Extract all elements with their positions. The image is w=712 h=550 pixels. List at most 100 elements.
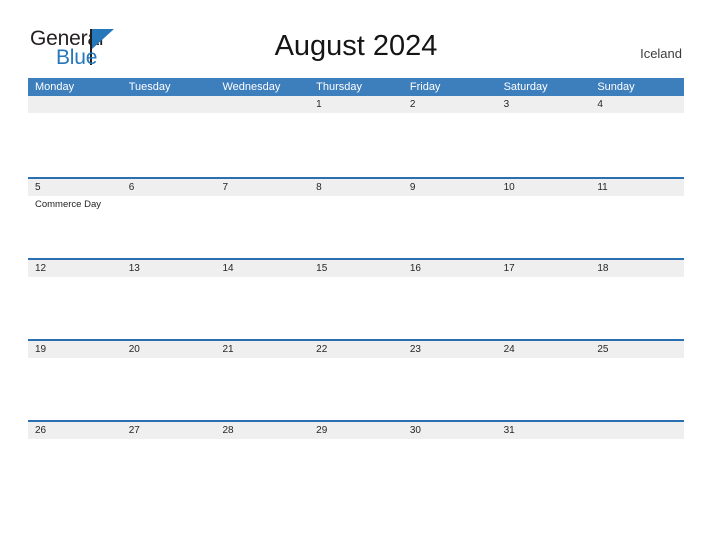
day-events-21 [215,358,309,361]
day-events-20 [122,358,216,361]
week-events-row [28,439,684,442]
weekday-header-row: Monday Tuesday Wednesday Thursday Friday Satu… [28,78,684,96]
day-events-18 [590,277,684,280]
day-cell-25[interactable]: 25 [590,341,684,358]
day-cell-22[interactable]: 22 [309,341,403,358]
weekday-header-friday: Friday [409,81,441,93]
week-events-row: Commerce Day [28,196,684,211]
locale-label: Iceland [640,46,682,61]
calendar-week-row: 12 13 14 15 16 17 18 [28,258,684,339]
weekday-header-saturday: Saturday [503,81,548,93]
day-events-12 [28,277,122,280]
day-cell-30[interactable]: 30 [403,422,497,439]
day-events-22 [309,358,403,361]
day-events-15 [309,277,403,280]
day-events-23 [403,358,497,361]
weekday-header-thursday: Thursday [316,81,363,93]
day-events-16 [403,277,497,280]
day-cell-empty [122,96,216,113]
day-events-30 [403,439,497,442]
day-cell-3[interactable]: 3 [497,96,591,113]
day-events-26 [28,439,122,442]
day-events-8 [309,196,403,211]
day-events-24 [497,358,591,361]
day-cell-28[interactable]: 28 [215,422,309,439]
day-events-9 [403,196,497,211]
day-events-31 [497,439,591,442]
day-cell-10[interactable]: 10 [497,179,591,196]
day-events-6 [122,196,216,211]
holiday-event: Commerce Day [35,199,101,210]
day-cell-29[interactable]: 29 [309,422,403,439]
calendar-page: General Blue August 2024 Iceland Monday T… [0,0,712,550]
day-events-27 [122,439,216,442]
week-date-band: 1234 [28,96,684,113]
day-events-5: Commerce Day [28,196,122,211]
page-title: August 2024 [274,30,438,62]
day-events-4 [590,113,684,116]
day-cell-18[interactable]: 18 [590,260,684,277]
week-events-row [28,277,684,280]
day-cell-14[interactable]: 14 [215,260,309,277]
day-cell-19[interactable]: 19 [28,341,122,358]
calendar-week-row: 1234 [28,96,684,177]
day-cell-8[interactable]: 8 [309,179,403,196]
day-cell-20[interactable]: 20 [122,341,216,358]
day-cell-13[interactable]: 13 [122,260,216,277]
day-cell-16[interactable]: 16 [403,260,497,277]
day-events-7 [215,196,309,211]
day-events-empty [28,113,122,116]
day-cell-5[interactable]: 5 [28,179,122,196]
day-cell-2[interactable]: 2 [403,96,497,113]
day-events-28 [215,439,309,442]
day-events-empty [215,113,309,116]
calendar-weeks: 1 2 3 4 5 6 7 8 9 10 11 Commerce Day 12 13 14 15 16 17 18 1… [28,96,684,480]
week-date-band: 12 13 14 15 16 17 18 [28,258,684,277]
calendar-week-row: 5 6 7 8 9 10 11 Commerce Day [28,177,684,258]
week-date-band: 19 20 21 22 23 24 25 [28,339,684,358]
day-events-11 [590,196,684,211]
day-events-17 [497,277,591,280]
day-cell-1[interactable]: 1 [309,96,403,113]
day-events-13 [122,277,216,280]
day-cell-6[interactable]: 6 [122,179,216,196]
week-date-band: 26 27 28 29 30 31 [28,420,684,439]
day-cell-31[interactable]: 31 [497,422,591,439]
day-cell-4[interactable]: 4 [590,96,684,113]
day-cell-7[interactable]: 7 [215,179,309,196]
day-events-1 [309,113,403,116]
day-cell-11[interactable]: 11 [590,179,684,196]
day-cell-empty [590,422,684,439]
day-cell-27[interactable]: 27 [122,422,216,439]
day-events-empty [122,113,216,116]
day-events-14 [215,277,309,280]
weekday-header-tuesday: Tuesday [128,81,171,93]
day-events-3 [497,113,591,116]
day-events-10 [497,196,591,211]
day-cell-23[interactable]: 23 [403,341,497,358]
day-events-25 [590,358,684,361]
day-cell-21[interactable]: 21 [215,341,309,358]
day-cell-empty [28,96,122,113]
week-date-band: 5 6 7 8 9 10 11 [28,177,684,196]
day-events-19 [28,358,122,361]
weekday-header-sunday: Sunday [597,81,635,93]
day-cell-24[interactable]: 24 [497,341,591,358]
page-header: General Blue August 2024 Iceland [0,0,712,78]
calendar-week-row: 19 20 21 22 23 24 25 [28,339,684,420]
calendar-grid: Monday Tuesday Wednesday Thursday Friday Satu… [28,78,684,480]
weekday-header-wednesday: Wednesday [222,81,281,93]
day-cell-17[interactable]: 17 [497,260,591,277]
week-events-row [28,113,684,116]
day-events-empty [590,439,684,442]
day-cell-26[interactable]: 26 [28,422,122,439]
day-cell-9[interactable]: 9 [403,179,497,196]
day-cell-15[interactable]: 15 [309,260,403,277]
day-cell-12[interactable]: 12 [28,260,122,277]
day-events-2 [403,113,497,116]
day-events-29 [309,439,403,442]
week-events-row [28,358,684,361]
day-cell-empty [215,96,309,113]
weekday-header-monday: Monday [35,81,75,93]
calendar-week-row: 26 27 28 29 30 31 [28,420,684,480]
